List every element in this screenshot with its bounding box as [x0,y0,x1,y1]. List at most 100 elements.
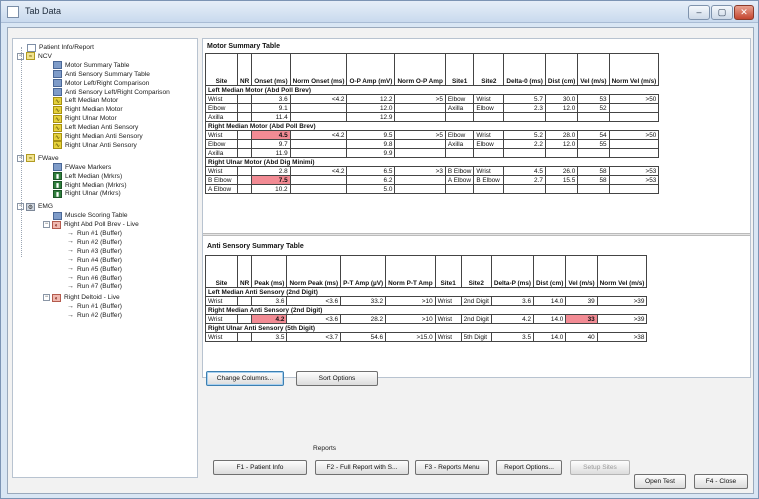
tree-item[interactable]: ∿ Right Ulnar Anti Sensory [53,141,137,150]
column-header[interactable]: Vel (m/s) [577,53,610,86]
tree-item[interactable]: → Run #2 (Buffer) [67,311,122,320]
tree-item[interactable]: → Run #1 (Buffer) [67,229,122,238]
tree-item[interactable]: ▮ Right Median (Mrkrs) [53,181,127,190]
tree-item[interactable]: → Run #1 (Buffer) [67,302,122,311]
table-cell: 12.2 [346,94,396,104]
table-row[interactable]: Wrist 2.8 <4.2 6.5 >3 B Elbow Wrist 4.5 26.0 58 >5… [205,166,660,176]
group-row: Right Ulnar Anti Sensory (5th Digit) [204,323,647,333]
column-header[interactable]: Dist (cm) [544,53,579,86]
collapse-toggle-icon[interactable]: − [43,294,50,302]
column-header[interactable]: Delta-0 (ms) [503,53,546,86]
sort-options-button[interactable]: Sort Options [296,371,378,386]
tree-item[interactable]: Motor Summary Table [53,61,129,70]
title-bar[interactable]: Tab Data – ▢ ✕ [1,1,758,23]
tree-item[interactable]: ∿ Left Median Motor [53,96,118,105]
column-header[interactable]: Norm Vel (m/s) [608,53,660,86]
sensory-summary-table: Site NR Peak (ms) Norm Peak (ms) P-T Amp (µV… [204,255,648,342]
tree-item[interactable]: Muscle Scoring Table [53,211,128,220]
tree-item[interactable]: Patient Info/Report [27,43,94,52]
tree-item[interactable]: ▮ Left Median (Mrkrs) [53,172,122,181]
f4-close-button[interactable]: F4 - Close [694,474,748,489]
tree-item[interactable]: − ◐ Right Deltoid - Live [43,293,120,302]
column-header[interactable]: Norm Vel (m/s) [596,255,648,288]
tree-item[interactable]: − ⚙ EMG [17,202,53,211]
table-splitter[interactable] [203,233,750,236]
column-header[interactable]: Norm Peak (ms) [286,255,342,288]
table-cell: 9.8 [346,139,396,149]
table-row[interactable]: Elbow 9.7 9.8 Axilla Elbow 2.2 12.0 55 [205,139,660,149]
close-button[interactable]: ✕ [734,5,754,20]
table-cell: >15.0 [385,332,436,342]
results-panel[interactable]: Motor Summary Table Site NR Onset (ms) Norm… [202,38,751,378]
tree-item[interactable]: Anti Sensory Summary Table [53,70,150,79]
column-header[interactable]: Norm Onset (ms) [289,53,348,86]
test-tree[interactable]: Patient Info/Report − ≈ NCV Motor Summary Ta… [12,38,198,478]
table-row[interactable]: Wrist 3.6 <4.2 12.2 >5 Elbow Wrist 5.7 30.0 53 >50 [205,94,660,104]
column-header[interactable]: Site [205,53,238,86]
tree-item[interactable]: → Run #5 (Buffer) [67,265,122,274]
tree-item[interactable]: FWave Markers [53,163,111,172]
tree-item[interactable]: Motor Left/Right Comparison [53,79,149,88]
tree-item[interactable]: → Run #2 (Buffer) [67,238,122,247]
table-row[interactable]: Wrist 4.2 <3.6 28.2 >10 Wrist 2nd Digit 4.2 14.0… [205,314,648,324]
table-cell: 3.5 [490,332,535,342]
f3-reports-menu-button[interactable]: F3 - Reports Menu [415,460,489,475]
setup-sites-button[interactable]: Setup Sites [570,460,630,475]
tree-item[interactable]: → Run #4 (Buffer) [67,256,122,265]
table-cell: Wrist [205,332,238,342]
table-cell [577,112,610,122]
tree-item[interactable]: ∿ Right Median Anti Sensory [53,132,143,141]
tree-item[interactable]: ∿ Left Median Anti Sensory [53,123,138,132]
table-row[interactable]: A Elbow 10.2 5.0 [205,184,660,194]
change-columns-button[interactable]: Change Columns... [206,371,284,386]
column-header[interactable]: NR [236,255,253,288]
collapse-toggle-icon[interactable]: − [43,221,50,229]
tree-item[interactable]: Anti Sensory Left/Right Comparison [53,88,170,97]
column-header[interactable]: Site [205,255,238,288]
tree-item[interactable]: → Run #3 (Buffer) [67,247,122,256]
column-header[interactable]: P-T Amp (µV) [340,255,387,288]
column-header[interactable]: Site1 [434,255,462,288]
column-header[interactable]: NR [236,53,253,86]
table-row[interactable]: Wrist 4.5 <4.2 9.5 >5 Elbow Wrist 5.2 28.0 54 >50 [205,130,660,140]
table-row[interactable]: Elbow 9.1 12.0 Axilla Elbow 2.3 12.0 52 [205,103,660,113]
minimize-button[interactable]: – [688,5,710,20]
tree-item[interactable]: ▮ Right Ulnar (Mrkrs) [53,189,121,198]
report-options-button[interactable]: Report Options... [496,460,562,475]
tree-item[interactable]: − ≈ NCV [17,52,52,61]
f1-patient-info-button[interactable]: F1 - Patient Info [213,460,307,475]
muscle-icon: ◐ [52,220,61,229]
tree-item[interactable]: − ≈ FWave [17,154,59,163]
table-cell: 4.5 [251,130,291,140]
column-header[interactable]: Norm P-T Amp [385,255,436,288]
table-cell: 12.0 [544,103,579,113]
table-row[interactable]: Wrist 3.5 <3.7 54.6 >15.0 Wrist 5th Digit 3.5 14… [205,332,648,342]
f2-full-report-button[interactable]: F2 - Full Report with S... [315,460,409,475]
table-row[interactable]: Axilla 11.4 12.9 [205,112,660,122]
table-cell: 9.1 [251,103,291,113]
table-row[interactable]: Wrist 3.6 <3.6 33.2 >10 Wrist 2nd Digit 3.6 14.0… [205,296,648,306]
table-row[interactable]: Axilla 11.9 9.9 [205,148,660,158]
group-row: Right Median Motor (Abd Poll Brev) [204,121,659,131]
column-header[interactable]: Site2 [460,255,492,288]
column-header[interactable]: Peak (ms) [251,255,288,288]
column-header[interactable]: Delta-P (ms) [490,255,535,288]
tree-item[interactable]: ∿ Right Median Motor [53,105,123,114]
open-test-button[interactable]: Open Test [634,474,686,489]
column-header[interactable]: Vel (m/s) [565,255,598,288]
table-icon [53,211,62,220]
column-header[interactable]: Norm O-P Amp [394,53,446,86]
column-header[interactable]: Site2 [473,53,505,86]
maximize-button[interactable]: ▢ [711,5,733,20]
table-row[interactable]: B Elbow 7.5 6.2 A Elbow B Elbow 2.7 15.5 58 >53 [205,175,660,185]
column-header[interactable]: Dist (cm) [533,255,567,288]
tree-item[interactable]: → Run #6 (Buffer) [67,274,122,283]
column-header[interactable]: O-P Amp (mV) [346,53,396,86]
tree-item[interactable]: → Run #7 (Buffer) [67,282,122,291]
tree-item-label: Right Ulnar (Mrkrs) [65,190,121,198]
tree-item[interactable]: − ◐ Right Abd Poll Brev - Live [43,220,139,229]
tree-item[interactable]: ∿ Right Ulnar Motor [53,114,117,123]
column-header[interactable]: Site1 [444,53,475,86]
tree-item-label: Right Median Motor [65,106,123,114]
column-header[interactable]: Onset (ms) [251,53,291,86]
